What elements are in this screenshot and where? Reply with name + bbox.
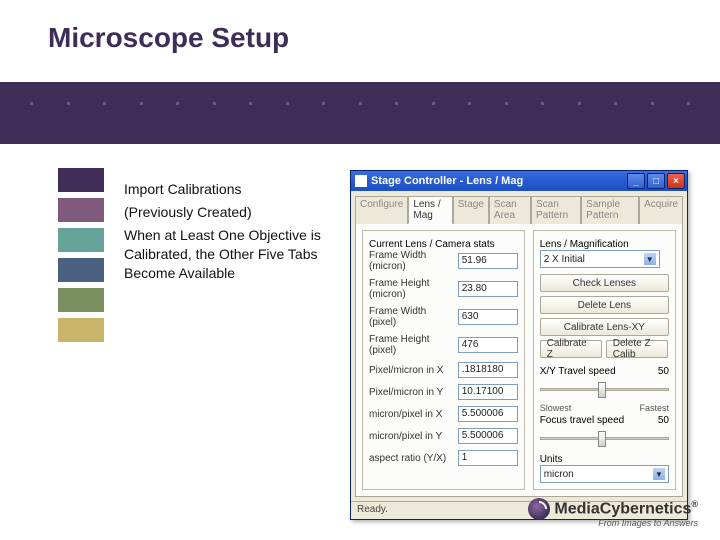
- close-button[interactable]: ×: [667, 173, 685, 189]
- xy-travel-slider[interactable]: [540, 379, 669, 399]
- logo-name: MediaCybernetics®: [554, 499, 698, 518]
- check-lenses-button[interactable]: Check Lenses: [540, 274, 669, 292]
- chevron-down-icon: ▼: [644, 253, 656, 265]
- units-label: Units: [540, 454, 669, 465]
- frame-width-micron-input[interactable]: 51.96: [458, 253, 518, 269]
- slider-hi-label: Fastest: [639, 403, 669, 413]
- label: Frame Height (micron): [369, 278, 454, 300]
- tab-sample-pattern[interactable]: Sample Pattern: [581, 196, 639, 224]
- group-right-legend: Lens / Magnification: [540, 239, 669, 250]
- tab-scan-pattern[interactable]: Scan Pattern: [531, 196, 581, 224]
- xy-travel-value: 50: [658, 366, 669, 377]
- stage-controller-window: Stage Controller - Lens / Mag _ □ × Conf…: [350, 170, 688, 520]
- pixel-micron-x-input[interactable]: .1818180: [458, 362, 518, 378]
- bullet: Import Calibrations: [124, 180, 354, 199]
- brand-logo: MediaCybernetics® From Images to Answers: [528, 498, 698, 528]
- tab-lens-mag[interactable]: Lens / Mag: [408, 196, 452, 224]
- micron-pixel-x-input[interactable]: 5.500006: [458, 406, 518, 422]
- units-value: micron: [544, 469, 574, 480]
- decor-dots: [0, 102, 720, 105]
- frame-height-pixel-input[interactable]: 476: [458, 337, 518, 353]
- window-icon: [355, 175, 367, 187]
- xy-travel-label: X/Y Travel speed: [540, 366, 616, 377]
- frame-height-micron-input[interactable]: 23.80: [458, 281, 518, 297]
- slide-content: Import Calibrations (Previously Created)…: [124, 180, 354, 286]
- calibrate-z-button[interactable]: Calibrate Z: [540, 340, 602, 358]
- label: Frame Width (pixel): [369, 306, 454, 328]
- label: Frame Width (micron): [369, 250, 454, 272]
- label: micron/pixel in Y: [369, 431, 454, 442]
- label: micron/pixel in X: [369, 409, 454, 420]
- logo-tagline: From Images to Answers: [528, 518, 698, 528]
- focus-travel-slider[interactable]: [540, 428, 669, 448]
- group-lens-magnification: Lens / Magnification 2 X Initial ▼ Check…: [533, 230, 676, 490]
- delete-z-calib-button[interactable]: Delete Z Calib: [606, 340, 668, 358]
- maximize-button[interactable]: □: [647, 173, 665, 189]
- minimize-button[interactable]: _: [627, 173, 645, 189]
- decor-squares: [58, 168, 104, 342]
- logo-mark-icon: [528, 498, 550, 520]
- aspect-ratio-input[interactable]: 1: [458, 450, 518, 466]
- tab-acquire[interactable]: Acquire: [639, 196, 683, 224]
- focus-travel-label: Focus travel speed: [540, 415, 625, 426]
- label: Pixel/micron in Y: [369, 387, 454, 398]
- units-group: Units micron ▼: [540, 454, 669, 483]
- frame-width-pixel-input[interactable]: 630: [458, 309, 518, 325]
- tab-stage[interactable]: Stage: [453, 196, 489, 224]
- group-current-stats: Current Lens / Camera stats Frame Width …: [362, 230, 525, 490]
- calibrate-xy-button[interactable]: Calibrate Lens-XY: [540, 318, 669, 336]
- xy-travel-speed: X/Y Travel speed 50: [540, 366, 669, 399]
- label: aspect ratio (Y/X): [369, 453, 454, 464]
- label: Frame Height (pixel): [369, 334, 454, 356]
- bullet: When at Least One Objective is Calibrate…: [124, 226, 354, 283]
- bullet: (Previously Created): [124, 203, 354, 222]
- chevron-down-icon: ▼: [653, 468, 665, 480]
- tab-configure[interactable]: Configure: [355, 196, 408, 224]
- tab-panel: Current Lens / Camera stats Frame Width …: [355, 223, 683, 497]
- lens-select[interactable]: 2 X Initial ▼: [540, 250, 660, 268]
- label: Pixel/micron in X: [369, 365, 454, 376]
- units-select[interactable]: micron ▼: [540, 465, 669, 483]
- focus-travel-speed: Slowest Fastest Focus travel speed 50: [540, 403, 669, 448]
- titlebar[interactable]: Stage Controller - Lens / Mag _ □ ×: [351, 171, 687, 191]
- focus-travel-value: 50: [658, 415, 669, 426]
- slide-title: Microscope Setup: [0, 0, 720, 54]
- tab-scan-area[interactable]: Scan Area: [489, 196, 531, 224]
- pixel-micron-y-input[interactable]: 10.17100: [458, 384, 518, 400]
- header-band: [0, 82, 720, 144]
- lens-select-value: 2 X Initial: [544, 254, 585, 265]
- delete-lens-button[interactable]: Delete Lens: [540, 296, 669, 314]
- micron-pixel-y-input[interactable]: 5.500006: [458, 428, 518, 444]
- group-left-legend: Current Lens / Camera stats: [369, 239, 518, 250]
- tabstrip: Configure Lens / Mag Stage Scan Area Sca…: [351, 191, 687, 223]
- window-title: Stage Controller - Lens / Mag: [371, 175, 523, 187]
- slider-lo-label: Slowest: [540, 403, 572, 413]
